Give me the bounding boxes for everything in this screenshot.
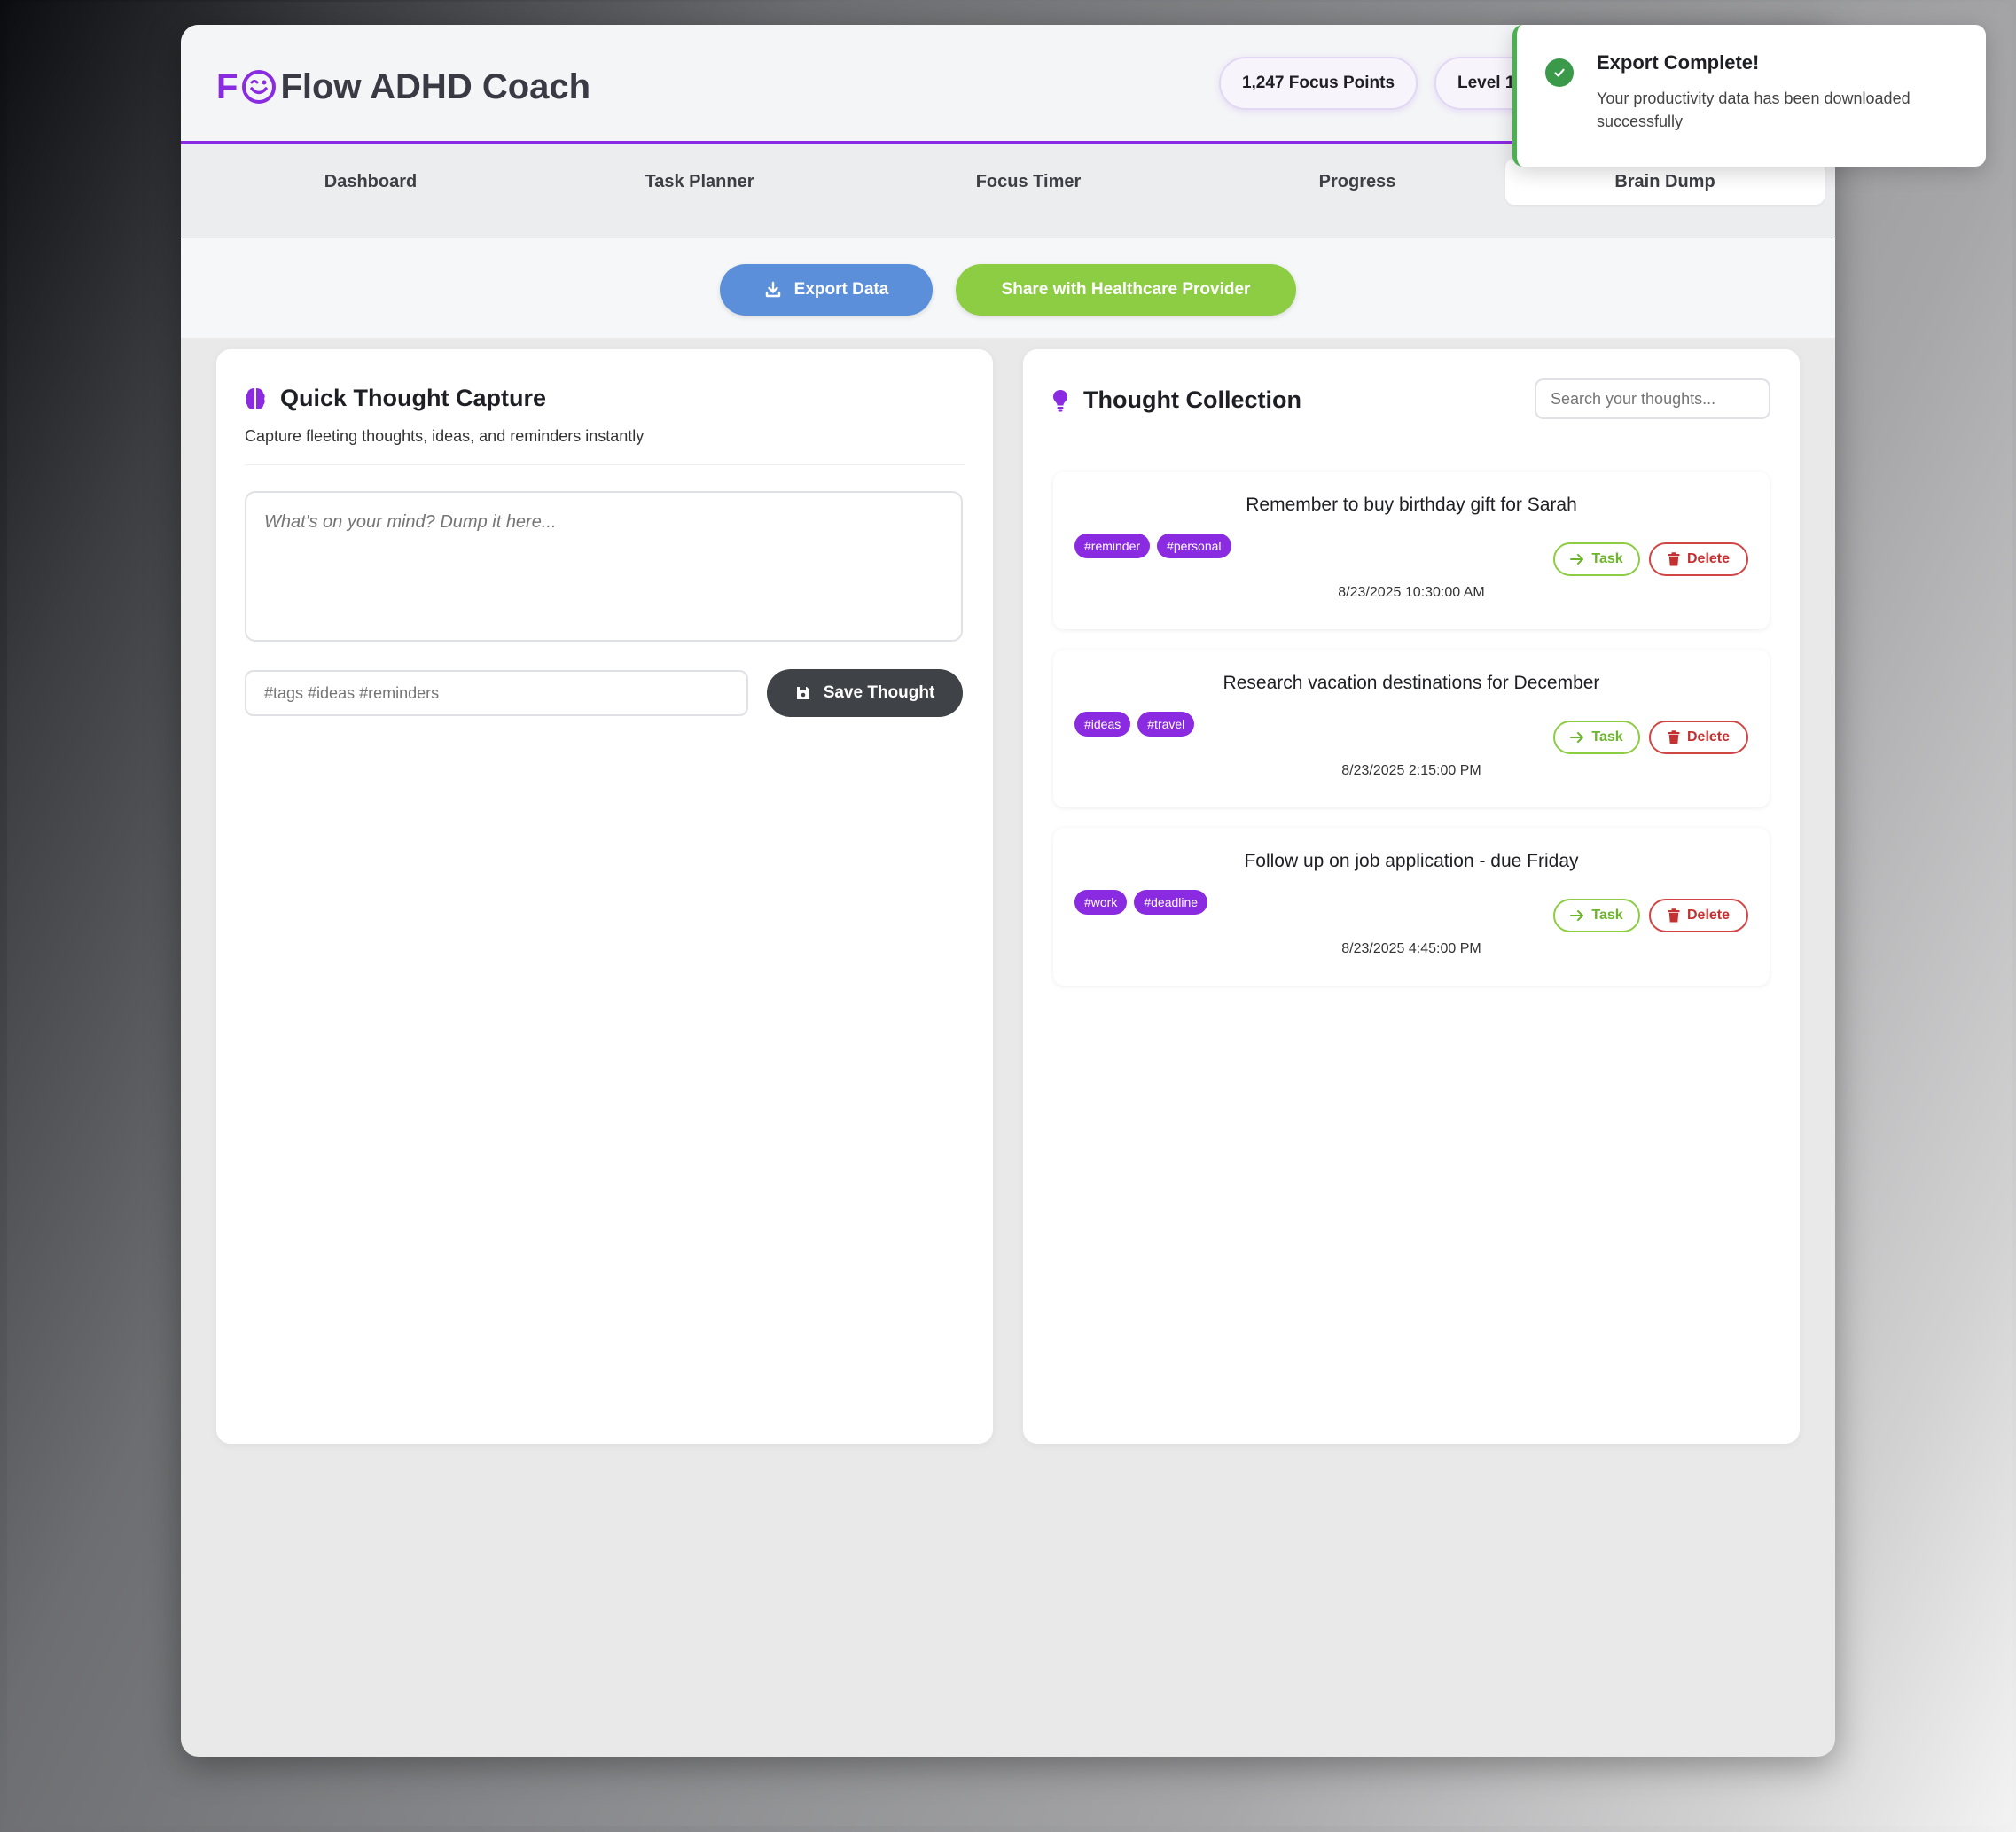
arrow-right-icon: [1570, 732, 1584, 743]
trash-icon: [1668, 730, 1680, 744]
quick-thought-capture-card: Quick Thought Capture Capture fleeting t…: [216, 349, 993, 1444]
toast-title: Export Complete!: [1597, 51, 1760, 74]
download-icon: [765, 281, 780, 298]
thought-item: Follow up on job application - due Frida…: [1053, 828, 1770, 986]
collection-title: Thought Collection: [1083, 386, 1301, 413]
logo-letter: F: [216, 66, 238, 106]
convert-to-task-button[interactable]: Task: [1553, 721, 1640, 754]
tab-focus-timer[interactable]: Focus Timer: [869, 159, 1188, 205]
tag-list: #work #deadline: [1074, 890, 1208, 915]
tag-badge[interactable]: #deadline: [1134, 890, 1208, 915]
share-healthcare-button[interactable]: Share with Healthcare Provider: [956, 264, 1296, 316]
toast-message: Your productivity data has been download…: [1597, 90, 1911, 130]
thought-timestamp: 8/23/2025 2:15:00 PM: [1341, 763, 1481, 778]
tag-badge[interactable]: #travel: [1137, 712, 1195, 737]
thought-text: Research vacation destinations for Decem…: [1223, 673, 1600, 693]
task-label: Task: [1591, 729, 1623, 744]
collection-title-row: Thought Collection: [1051, 386, 1301, 414]
tag-badge[interactable]: #personal: [1157, 534, 1231, 558]
app-window: F Flow ADHD Coach 1,247 Focus Points Lev…: [181, 25, 1835, 1757]
export-complete-toast[interactable]: Export Complete! Your productivity data …: [1512, 25, 1986, 167]
arrow-right-icon: [1570, 910, 1584, 921]
export-data-button[interactable]: Export Data: [720, 264, 933, 316]
save-thought-button[interactable]: Save Thought: [767, 669, 963, 717]
thought-textarea[interactable]: [245, 491, 963, 642]
capture-subtitle: Capture fleeting thoughts, ideas, and re…: [245, 427, 645, 445]
arrow-right-icon: [1570, 554, 1584, 565]
trash-icon: [1668, 552, 1680, 566]
delete-thought-button[interactable]: Delete: [1649, 721, 1748, 754]
tags-input[interactable]: [245, 670, 748, 716]
action-bar: Export Data Share with Healthcare Provid…: [181, 238, 1835, 338]
tag-badge[interactable]: #reminder: [1074, 534, 1151, 558]
convert-to-task-button[interactable]: Task: [1553, 542, 1640, 576]
delete-thought-button[interactable]: Delete: [1649, 899, 1748, 932]
app-logo[interactable]: F Flow ADHD Coach: [216, 60, 590, 113]
thought-item: Research vacation destinations for Decem…: [1053, 650, 1770, 807]
search-thoughts-input[interactable]: [1535, 378, 1770, 419]
capture-divider: [245, 464, 965, 465]
thought-actions: Task Delete: [1553, 542, 1748, 576]
lightbulb-icon: [1053, 389, 1067, 411]
brain-icon: [246, 387, 265, 409]
thought-timestamp: 8/23/2025 4:45:00 PM: [1341, 941, 1481, 956]
thought-text: Remember to buy birthday gift for Sarah: [1246, 495, 1577, 515]
thought-item: Remember to buy birthday gift for Sarah …: [1053, 472, 1770, 629]
thought-timestamp: 8/23/2025 10:30:00 AM: [1338, 585, 1485, 600]
focus-points-badge[interactable]: 1,247 Focus Points: [1219, 57, 1418, 110]
trash-icon: [1668, 908, 1680, 923]
save-icon: [796, 687, 809, 699]
tag-list: #ideas #travel: [1074, 712, 1195, 737]
tag-badge[interactable]: #ideas: [1074, 712, 1131, 737]
delete-label: Delete: [1686, 551, 1731, 566]
thought-actions: Task Delete: [1553, 721, 1748, 754]
tab-progress[interactable]: Progress: [1198, 159, 1517, 205]
capture-title-row: Quick Thought Capture: [245, 385, 546, 412]
tag-badge[interactable]: #work: [1074, 890, 1128, 915]
capture-title: Quick Thought Capture: [280, 385, 546, 411]
task-label: Task: [1591, 908, 1623, 923]
check-circle-icon: [1545, 58, 1574, 87]
export-data-label: Export Data: [793, 280, 889, 299]
thought-collection-card: Thought Collection Remember to buy birth…: [1023, 349, 1800, 1444]
convert-to-task-button[interactable]: Task: [1553, 899, 1640, 932]
tab-task-planner[interactable]: Task Planner: [540, 159, 859, 205]
delete-label: Delete: [1686, 729, 1731, 744]
tab-dashboard[interactable]: Dashboard: [211, 159, 530, 205]
thought-text: Follow up on job application - due Frida…: [1244, 851, 1579, 871]
smiley-icon: [242, 70, 277, 104]
delete-thought-button[interactable]: Delete: [1649, 542, 1748, 576]
task-label: Task: [1591, 551, 1623, 566]
delete-label: Delete: [1686, 908, 1731, 923]
thought-actions: Task Delete: [1553, 899, 1748, 932]
save-thought-label: Save Thought: [823, 683, 935, 702]
app-title: Flow ADHD Coach: [280, 66, 591, 106]
tag-list: #reminder #personal: [1074, 534, 1231, 558]
